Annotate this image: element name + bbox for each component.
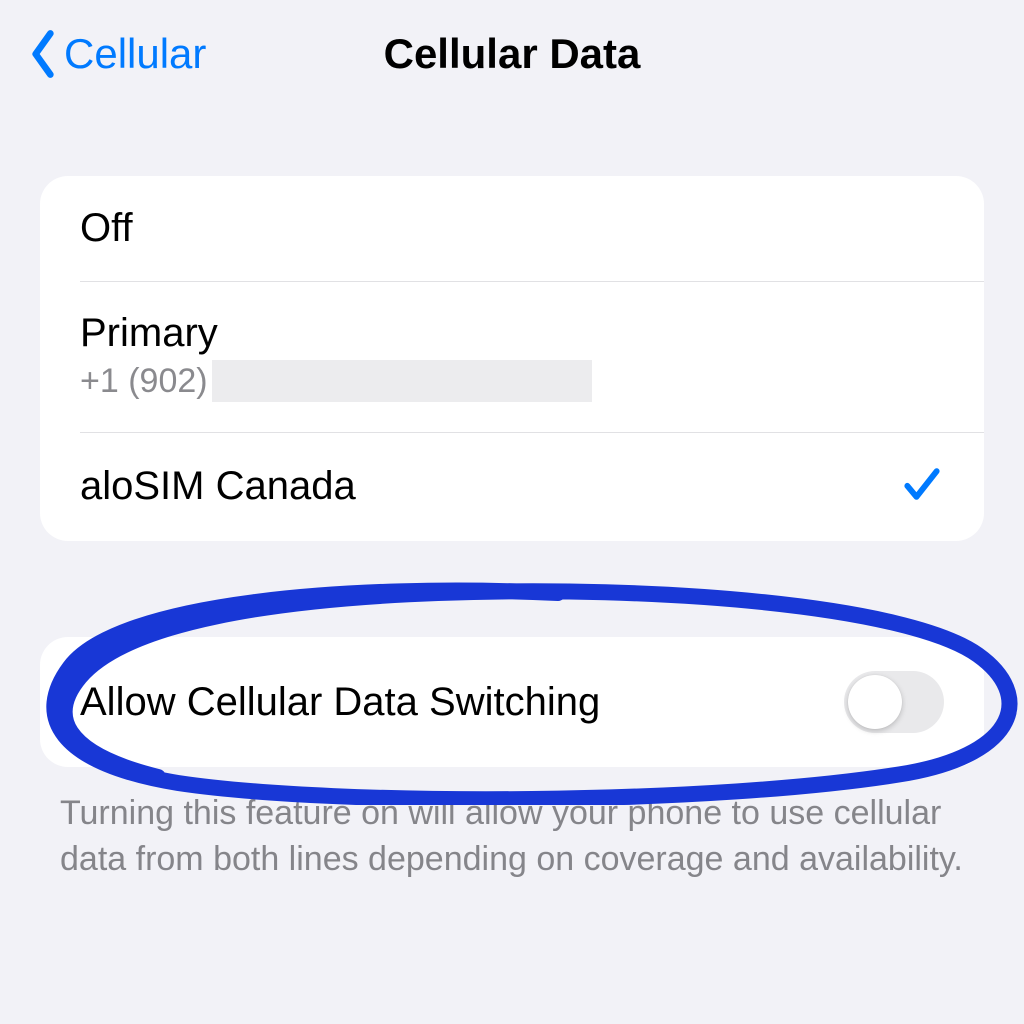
option-primary-number: +1 (902) (80, 360, 592, 402)
navbar: Cellular Cellular Data (0, 0, 1024, 108)
toggle-knob (848, 675, 902, 729)
back-button[interactable]: Cellular (28, 29, 206, 79)
checkmark-icon (900, 462, 944, 511)
option-primary-label: Primary (80, 311, 592, 356)
allow-switching-row[interactable]: Allow Cellular Data Switching (40, 637, 984, 767)
back-label: Cellular (64, 30, 206, 78)
option-off[interactable]: Off (40, 176, 984, 281)
option-off-label: Off (80, 206, 133, 251)
data-switching-group: Allow Cellular Data Switching (40, 637, 984, 767)
allow-switching-toggle[interactable] (844, 671, 944, 733)
option-primary[interactable]: Primary +1 (902) (40, 281, 984, 432)
option-alosim[interactable]: aloSIM Canada (40, 432, 984, 541)
redacted-block (212, 360, 592, 402)
allow-switching-label: Allow Cellular Data Switching (80, 680, 600, 725)
section-footer-text: Turning this feature on will allow your … (60, 791, 964, 883)
data-line-selection-group: Off Primary +1 (902) aloSIM Canada (40, 176, 984, 541)
option-alosim-label: aloSIM Canada (80, 464, 356, 509)
page-title: Cellular Data (384, 30, 641, 78)
chevron-left-icon (28, 29, 58, 79)
option-primary-number-prefix: +1 (902) (80, 362, 208, 401)
